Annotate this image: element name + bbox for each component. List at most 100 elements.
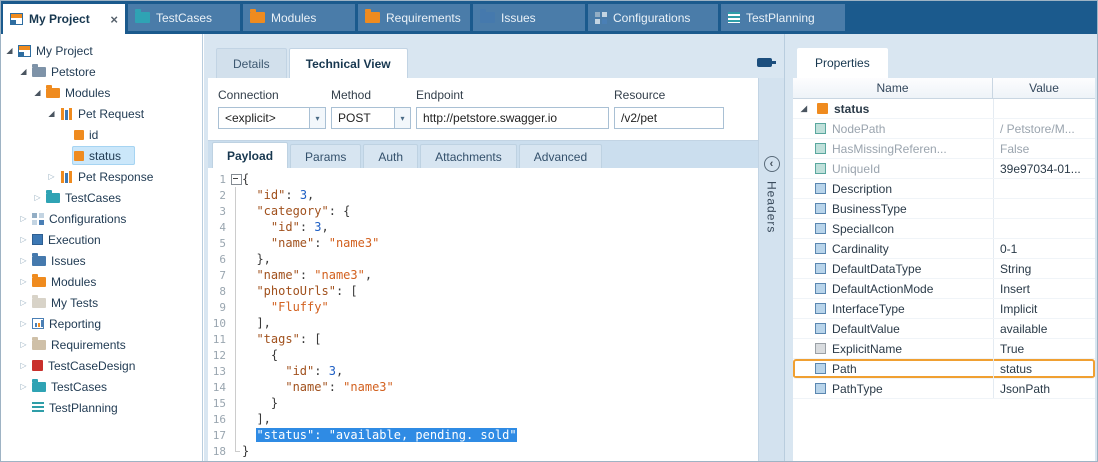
tree-item-issues[interactable]: ▷Issues	[1, 250, 202, 271]
tree-item-status[interactable]: status	[1, 145, 202, 166]
payload-tab-auth[interactable]: Auth	[363, 144, 418, 168]
tab-my-project[interactable]: My Project×	[3, 4, 125, 34]
payload-editor[interactable]: 1{2 "id": 3,3 "category": {4 "id": 3,5 "…	[208, 168, 758, 461]
resource-input[interactable]: /v2/pet	[614, 107, 724, 129]
endpoint-input[interactable]: http://petstore.swagger.io	[416, 107, 609, 129]
code-line-15[interactable]: 15 }	[208, 395, 758, 411]
expand-arrow-icon[interactable]: ▷	[17, 361, 30, 370]
tree-item-testcases[interactable]: ▷TestCases	[1, 376, 202, 397]
collapse-arrow-icon[interactable]: ◢	[3, 46, 16, 55]
code-line-2[interactable]: 2 "id": 3,	[208, 187, 758, 203]
payload-tab-attachments[interactable]: Attachments	[420, 144, 517, 168]
tree-item-reporting[interactable]: ▷Reporting	[1, 313, 202, 334]
tab-testplanning[interactable]: TestPlanning	[721, 4, 845, 31]
property-value[interactable]: 39e97034-01...	[993, 159, 1095, 178]
code-line-5[interactable]: 5 "name": "name3"	[208, 235, 758, 251]
payload-tab-payload[interactable]: Payload	[212, 142, 288, 168]
code-line-6[interactable]: 6 },	[208, 251, 758, 267]
tab-properties[interactable]: Properties	[797, 48, 888, 78]
payload-tab-params[interactable]: Params	[290, 144, 361, 168]
property-row-businesstype[interactable]: BusinessType	[793, 199, 1095, 219]
property-value[interactable]: True	[993, 339, 1095, 358]
property-row-description[interactable]: Description	[793, 179, 1095, 199]
tree-item-modules[interactable]: ◢Modules	[1, 82, 202, 103]
tab-technical-view[interactable]: Technical View	[289, 48, 408, 78]
headers-panel-tab[interactable]: ‹ Headers	[758, 78, 784, 461]
property-value[interactable]	[993, 179, 1095, 198]
property-value[interactable]: JsonPath	[993, 379, 1095, 398]
connection-select[interactable]: <explicit> ▾	[218, 107, 326, 129]
tree-item-pet-response[interactable]: ▷Pet Response	[1, 166, 202, 187]
tree-item-requirements[interactable]: ▷Requirements	[1, 334, 202, 355]
collapse-arrow-icon[interactable]: ◢	[17, 67, 30, 76]
collapse-arrow-icon[interactable]: ◢	[31, 88, 44, 97]
property-row-defaultvalue[interactable]: DefaultValueavailable	[793, 319, 1095, 339]
fold-toggle-icon[interactable]	[230, 171, 242, 187]
expand-arrow-icon[interactable]: ▷	[17, 235, 30, 244]
column-header-name[interactable]: Name	[793, 78, 993, 98]
expand-arrow-icon[interactable]: ▷	[31, 193, 44, 202]
expand-arrow-icon[interactable]: ▷	[17, 298, 30, 307]
property-row-path[interactable]: Pathstatus	[793, 359, 1095, 379]
code-line-9[interactable]: 9 "Fluffy"	[208, 299, 758, 315]
property-value[interactable]: / Petstore/M...	[993, 119, 1095, 138]
expand-arrow-icon[interactable]: ▷	[17, 382, 30, 391]
expand-arrow-icon[interactable]: ▷	[17, 214, 30, 223]
column-header-value[interactable]: Value	[993, 78, 1095, 98]
collapse-arrow-icon[interactable]: ◢	[45, 109, 58, 118]
code-line-10[interactable]: 10 ],	[208, 315, 758, 331]
tab-configurations[interactable]: Configurations	[588, 4, 718, 31]
property-value[interactable]: Implicit	[993, 299, 1095, 318]
tree-item-testcasedesign[interactable]: ▷TestCaseDesign	[1, 355, 202, 376]
property-value[interactable]: available	[993, 319, 1095, 338]
tree-item-my-project[interactable]: ◢My Project	[1, 40, 202, 61]
property-root-row[interactable]: ◢ status	[793, 99, 1095, 119]
property-row-defaultdatatype[interactable]: DefaultDataTypeString	[793, 259, 1095, 279]
code-line-7[interactable]: 7 "name": "name3",	[208, 267, 758, 283]
method-select[interactable]: POST ▾	[331, 107, 411, 129]
tree-item-petstore[interactable]: ◢Petstore	[1, 61, 202, 82]
payload-tab-advanced[interactable]: Advanced	[519, 144, 602, 168]
property-row-nodepath[interactable]: NodePath/ Petstore/M...	[793, 119, 1095, 139]
property-row-pathtype[interactable]: PathTypeJsonPath	[793, 379, 1095, 399]
tree-item-configurations[interactable]: ▷Configurations	[1, 208, 202, 229]
property-row-interfacetype[interactable]: InterfaceTypeImplicit	[793, 299, 1095, 319]
property-value[interactable]: status	[993, 359, 1095, 378]
property-value[interactable]: Insert	[993, 279, 1095, 298]
expand-arrow-icon[interactable]: ▷	[17, 256, 30, 265]
tab-testcases[interactable]: TestCases	[128, 4, 240, 31]
expand-arrow-icon[interactable]: ▷	[45, 172, 58, 181]
tree-item-pet-request[interactable]: ◢Pet Request	[1, 103, 202, 124]
collapse-arrow-icon[interactable]: ◢	[797, 104, 811, 113]
code-line-11[interactable]: 11 "tags": [	[208, 331, 758, 347]
dropdown-arrow-icon[interactable]: ▾	[394, 108, 410, 128]
code-line-8[interactable]: 8 "photoUrls": [	[208, 283, 758, 299]
property-row-explicitname[interactable]: ExplicitNameTrue	[793, 339, 1095, 359]
tree-item-testplanning[interactable]: TestPlanning	[1, 397, 202, 418]
property-value[interactable]	[993, 199, 1095, 218]
property-row-specialicon[interactable]: SpecialIcon	[793, 219, 1095, 239]
property-row-uniqueid[interactable]: UniqueId39e97034-01...	[793, 159, 1095, 179]
expand-left-icon[interactable]: ‹	[764, 156, 780, 172]
tree-item-id[interactable]: id	[1, 124, 202, 145]
tree-item-testcases[interactable]: ▷TestCases	[1, 187, 202, 208]
code-line-12[interactable]: 12 {	[208, 347, 758, 363]
code-line-14[interactable]: 14 "name": "name3"	[208, 379, 758, 395]
pin-icon[interactable]	[757, 58, 772, 67]
tab-modules[interactable]: Modules	[243, 4, 355, 31]
property-row-hasmissingreferen[interactable]: HasMissingReferen...False	[793, 139, 1095, 159]
property-row-cardinality[interactable]: Cardinality0-1	[793, 239, 1095, 259]
property-value[interactable]	[993, 219, 1095, 238]
code-line-13[interactable]: 13 "id": 3,	[208, 363, 758, 379]
tab-details[interactable]: Details	[216, 48, 287, 78]
property-value[interactable]: String	[993, 259, 1095, 278]
code-line-18[interactable]: 18}	[208, 443, 758, 459]
code-line-4[interactable]: 4 "id": 3,	[208, 219, 758, 235]
tab-requirements[interactable]: Requirements	[358, 4, 470, 31]
code-line-16[interactable]: 16 ],	[208, 411, 758, 427]
dropdown-arrow-icon[interactable]: ▾	[309, 108, 325, 128]
tab-issues[interactable]: Issues	[473, 4, 585, 31]
property-value[interactable]: False	[993, 139, 1095, 158]
close-tab-icon[interactable]: ×	[110, 13, 118, 26]
code-line-3[interactable]: 3 "category": {	[208, 203, 758, 219]
